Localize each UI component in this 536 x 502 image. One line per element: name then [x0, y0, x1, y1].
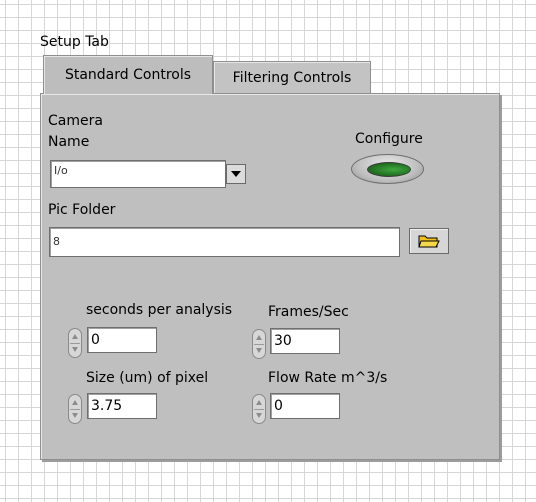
- seconds-per-analysis-value: 0: [91, 332, 100, 348]
- configure-label: Configure: [355, 131, 423, 147]
- camera-name-field[interactable]: I/o: [50, 160, 226, 188]
- pic-folder-field[interactable]: 8: [49, 227, 400, 257]
- decrement-arrow-icon[interactable]: [72, 347, 78, 352]
- frames-per-sec-label: Frames/Sec: [268, 304, 349, 320]
- decrement-arrow-icon[interactable]: [256, 413, 262, 418]
- increment-arrow-icon[interactable]: [256, 335, 262, 340]
- decrement-arrow-icon[interactable]: [256, 348, 262, 353]
- seconds-per-analysis-spinner[interactable]: [68, 328, 82, 358]
- flow-rate-input[interactable]: 0: [270, 393, 340, 419]
- pixel-size-label: Size (um) of pixel: [86, 370, 209, 386]
- frames-per-sec-value: 30: [274, 333, 292, 349]
- visa-io-icon: I/o: [54, 164, 68, 177]
- browse-button[interactable]: [409, 228, 449, 254]
- pixel-size-spinner[interactable]: [68, 394, 82, 424]
- pic-folder-label: Pic Folder: [48, 202, 116, 218]
- folder-icon: [418, 235, 440, 248]
- configure-led-icon: [367, 162, 411, 177]
- increment-arrow-icon[interactable]: [72, 400, 78, 405]
- camera-name-label-line2: Name: [48, 134, 90, 150]
- camera-name-dropdown-button[interactable]: [226, 164, 246, 184]
- pixel-size-value: 3.75: [91, 398, 123, 414]
- path-icon: 8: [53, 235, 60, 248]
- flow-rate-label: Flow Rate m^3/s: [268, 370, 388, 386]
- increment-arrow-icon[interactable]: [256, 400, 262, 405]
- down-arrow-icon: [231, 171, 241, 177]
- pixel-size-input[interactable]: 3.75: [87, 393, 157, 419]
- increment-arrow-icon[interactable]: [72, 334, 78, 339]
- camera-name-label-line1: Camera: [48, 113, 103, 129]
- configure-button[interactable]: [351, 154, 424, 184]
- frames-per-sec-spinner[interactable]: [252, 329, 266, 359]
- seconds-per-analysis-label: seconds per analysis: [86, 302, 233, 318]
- decrement-arrow-icon[interactable]: [72, 413, 78, 418]
- frames-per-sec-input[interactable]: 30: [270, 328, 340, 354]
- flow-rate-spinner[interactable]: [252, 394, 266, 424]
- seconds-per-analysis-input[interactable]: 0: [87, 327, 157, 353]
- flow-rate-value: 0: [274, 398, 283, 414]
